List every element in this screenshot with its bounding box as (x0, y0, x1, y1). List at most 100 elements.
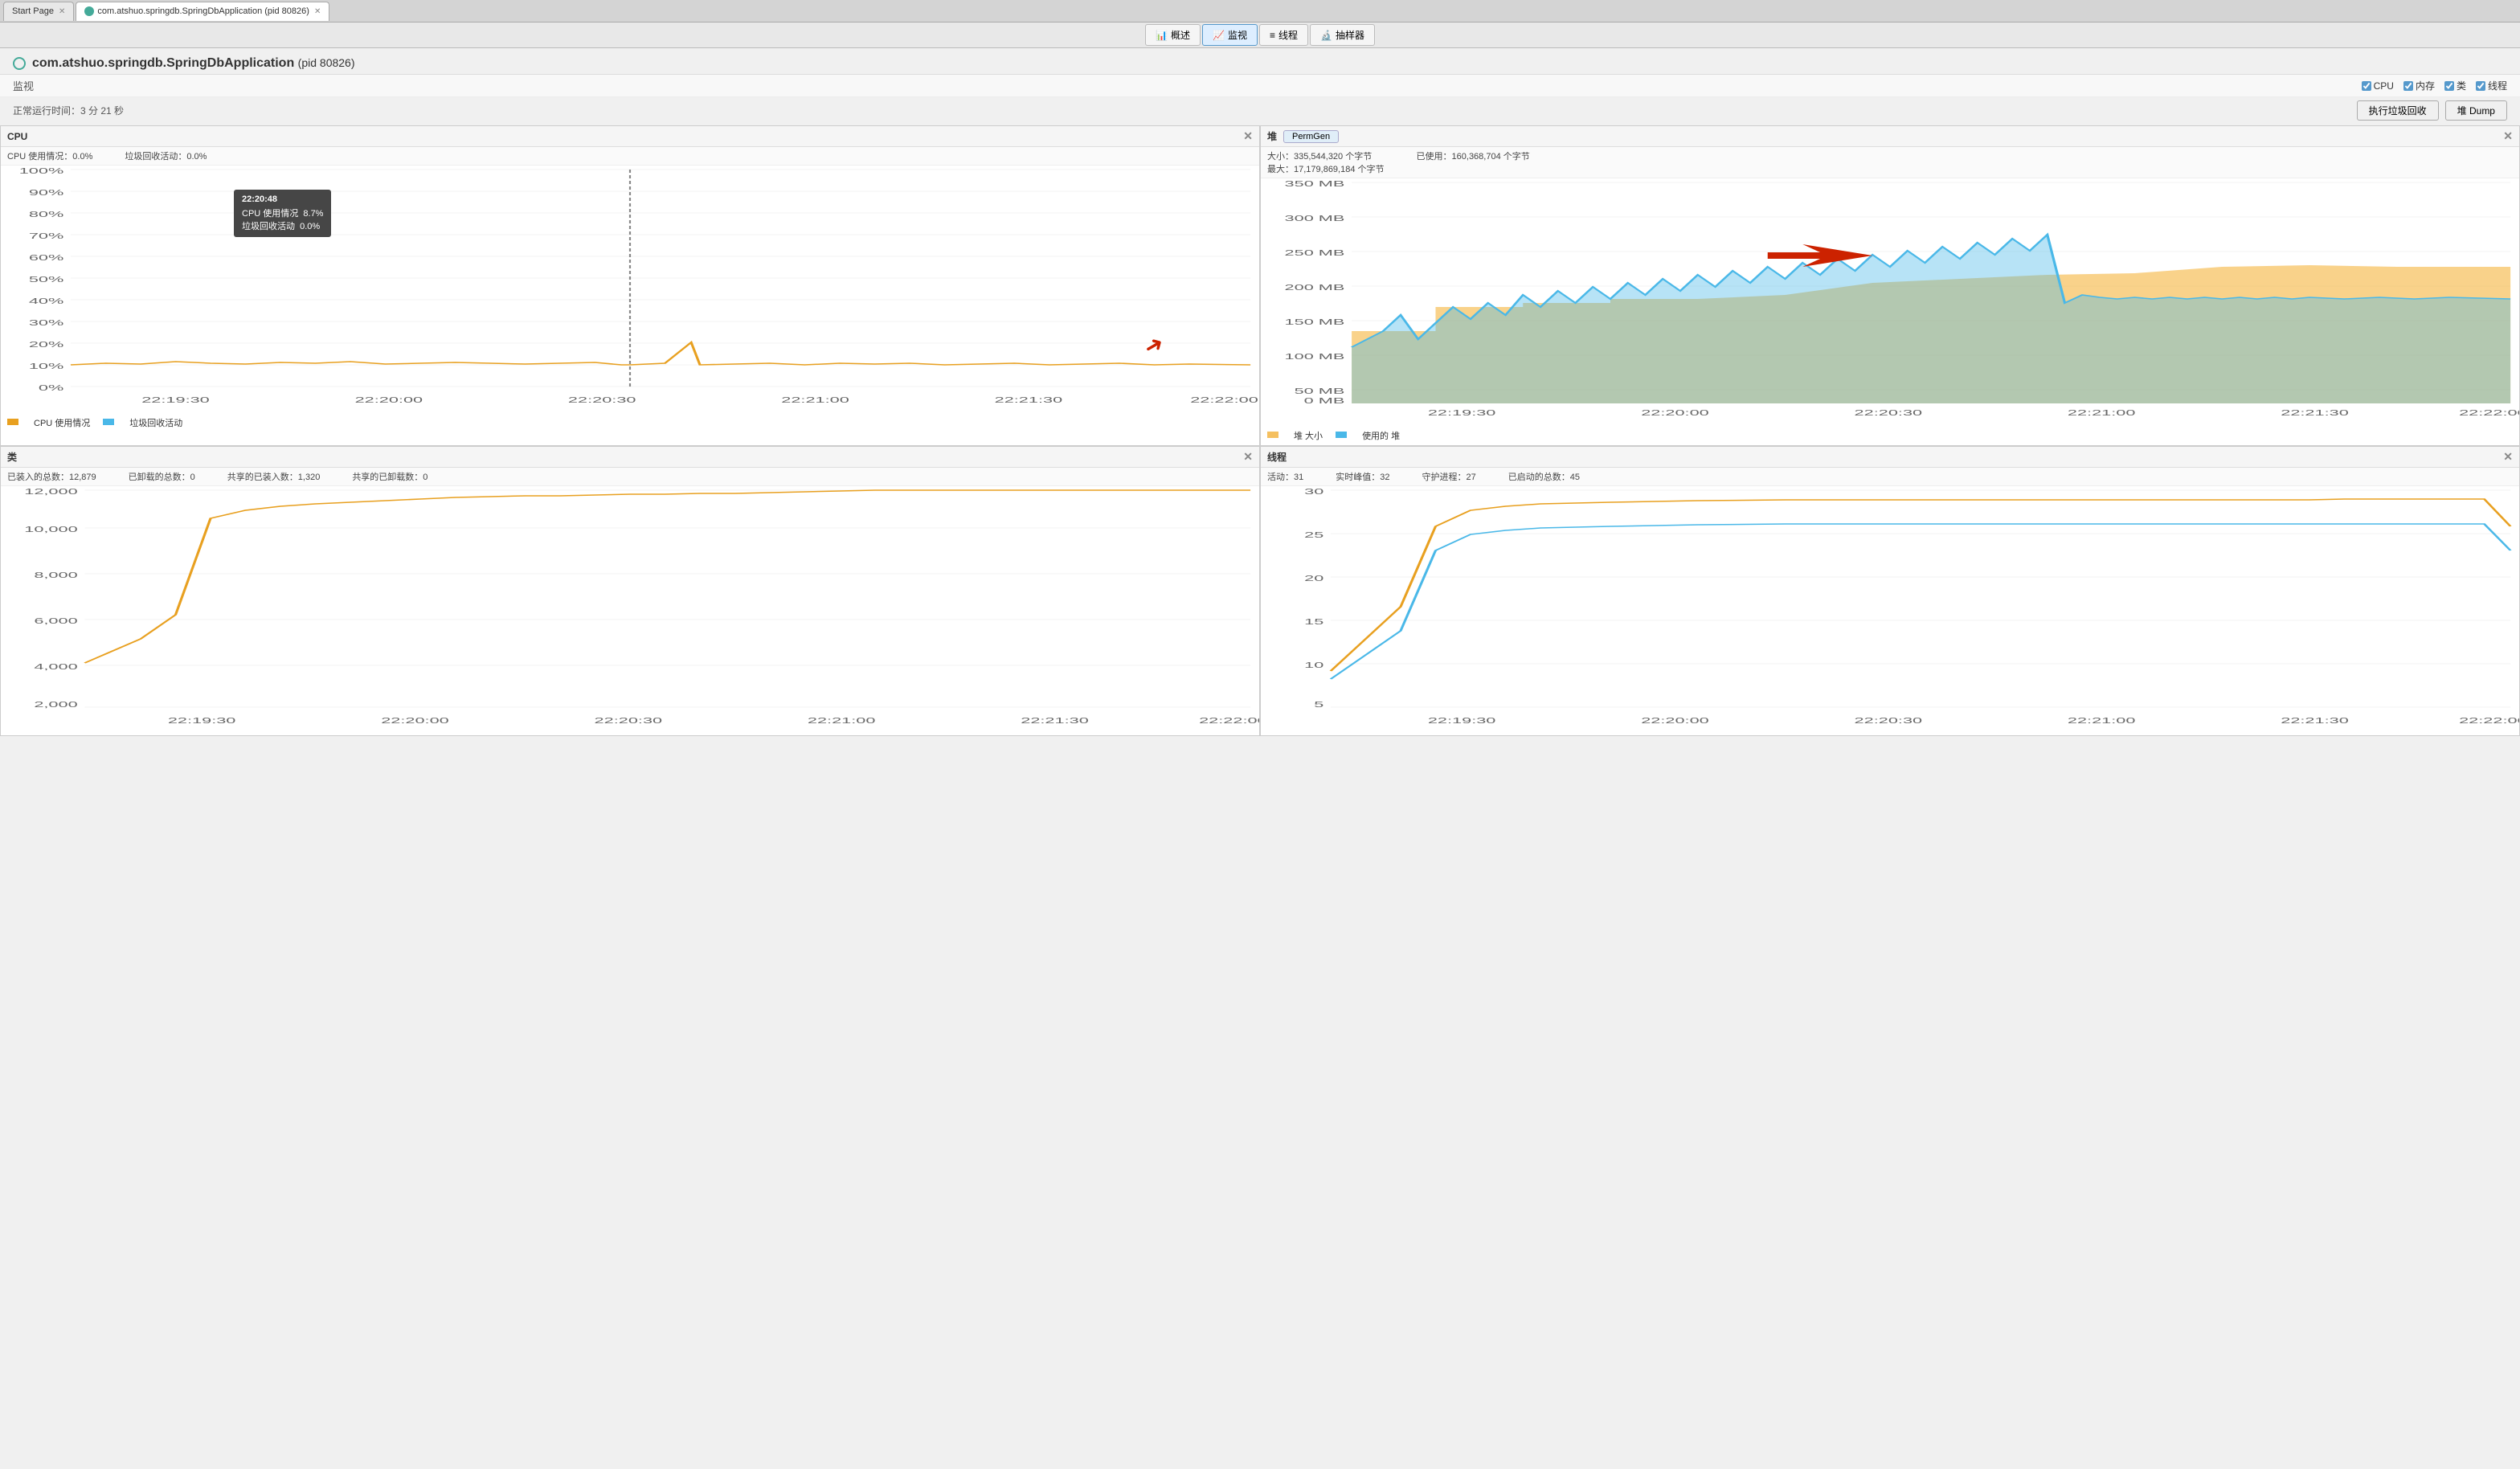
tab-app-close[interactable]: ✕ (314, 7, 321, 16)
thread-panel-title: 线程 (1267, 450, 1287, 464)
svg-text:250 MB: 250 MB (1285, 248, 1345, 257)
checkbox-thread-input[interactable] (2476, 81, 2485, 91)
svg-text:8,000: 8,000 (34, 571, 77, 579)
tab-app-label: com.atshuo.springdb.SpringDbApplication … (97, 6, 309, 16)
checkbox-class[interactable]: 类 (2444, 79, 2466, 92)
heap-panel: 堆 PermGen ✕ 大小：335,544,320 个字节 最大：17,179… (1260, 125, 2520, 446)
thread-label: 线程 (1278, 28, 1298, 42)
tab-app-icon (84, 6, 94, 16)
checkbox-thread-label: 线程 (2488, 79, 2507, 92)
svg-text:22:20:00: 22:20:00 (1641, 408, 1709, 417)
heap-stats: 大小：335,544,320 个字节 最大：17,179,869,184 个字节… (1261, 147, 2519, 178)
tab-app[interactable]: com.atshuo.springdb.SpringDbApplication … (76, 2, 329, 21)
thread-peak-stat: 实时峰值：32 (1336, 470, 1389, 483)
svg-text:22:19:30: 22:19:30 (141, 395, 210, 404)
checkbox-cpu-input[interactable] (2362, 81, 2371, 91)
gc-button[interactable]: 执行垃圾回收 (2357, 100, 2439, 121)
legend-heap-used-color (1336, 431, 1349, 440)
svg-text:22:21:00: 22:21:00 (2068, 408, 2136, 417)
svg-text:100%: 100% (19, 166, 64, 175)
class-stats: 已装入的总数：12,879 已卸载的总数：0 共享的已装入数：1,320 共享的… (1, 468, 1259, 486)
cpu-panel-close[interactable]: ✕ (1243, 129, 1253, 143)
action-buttons: 执行垃圾回收 堆 Dump (2357, 100, 2507, 121)
toolbar-thread-btn[interactable]: ≡ 线程 (1259, 24, 1308, 46)
thread-started-stat: 已启动的总数：45 (1508, 470, 1580, 483)
svg-text:70%: 70% (29, 231, 63, 240)
svg-text:5: 5 (1314, 700, 1323, 709)
svg-text:0 MB: 0 MB (1304, 396, 1345, 405)
class-panel: 类 ✕ 已装入的总数：12,879 已卸载的总数：0 共享的已装入数：1,320… (0, 446, 1260, 736)
svg-text:22:22:00: 22:22:00 (2459, 716, 2519, 725)
cpu-chart-svg: 100% 90% 80% 70% 60% 50% 40% 30% 20% 10%… (1, 166, 1259, 407)
cpu-panel-header: CPU ✕ (1, 126, 1259, 147)
overview-icon: 📊 (1156, 30, 1168, 41)
svg-text:22:21:30: 22:21:30 (995, 395, 1063, 404)
permgen-tab[interactable]: PermGen (1283, 130, 1339, 143)
svg-text:90%: 90% (29, 188, 63, 197)
heap-panel-close[interactable]: ✕ (2503, 129, 2513, 143)
toolbar-monitor-btn[interactable]: 📈 监视 (1202, 24, 1258, 46)
thread-chart-body: 30 25 20 15 10 5 22:19:30 22:20:00 22:20… (1261, 486, 2519, 735)
toolbar-overview-btn[interactable]: 📊 概述 (1145, 24, 1201, 46)
monitor-checkboxes: CPU 内存 类 线程 (2362, 79, 2507, 92)
tab-start[interactable]: Start Page ✕ (3, 2, 74, 21)
svg-text:22:20:30: 22:20:30 (595, 716, 663, 725)
svg-text:22:21:00: 22:21:00 (781, 395, 849, 404)
legend-heap-used-label: 使用的 堆 (1362, 429, 1400, 442)
svg-text:22:21:00: 22:21:00 (2068, 716, 2136, 725)
svg-text:300 MB: 300 MB (1285, 214, 1345, 223)
svg-text:22:19:30: 22:19:30 (1428, 408, 1496, 417)
svg-text:40%: 40% (29, 297, 63, 305)
checkbox-class-input[interactable] (2444, 81, 2454, 91)
thread-stats: 活动：31 实时峰值：32 守护进程：27 已启动的总数：45 (1261, 468, 2519, 486)
heap-size-stat: 大小：335,544,320 个字节 最大：17,179,869,184 个字节 (1267, 149, 1385, 175)
svg-text:20%: 20% (29, 340, 63, 349)
svg-text:22:20:30: 22:20:30 (1855, 716, 1923, 725)
checkbox-thread[interactable]: 线程 (2476, 79, 2507, 92)
checkbox-class-label: 类 (2457, 79, 2466, 92)
tab-start-label: Start Page (12, 6, 54, 16)
class-panel-header: 类 ✕ (1, 447, 1259, 468)
svg-text:22:22:00: 22:22:00 (2459, 408, 2519, 417)
svg-text:22:22:00: 22:22:00 (1190, 395, 1258, 404)
app-title-text: com.atshuo.springdb.SpringDbApplication (32, 56, 294, 70)
legend-cpu-color (7, 418, 21, 428)
checkbox-cpu[interactable]: CPU (2362, 80, 2394, 92)
svg-text:22:20:00: 22:20:00 (381, 716, 449, 725)
checkbox-memory-label: 内存 (2416, 79, 2435, 92)
checkbox-cpu-label: CPU (2374, 80, 2394, 92)
cpu-panel-title: CPU (7, 131, 27, 142)
class-panel-title: 类 (7, 450, 17, 464)
svg-text:30%: 30% (29, 318, 63, 327)
svg-text:22:21:30: 22:21:30 (2281, 716, 2349, 725)
checkbox-memory-input[interactable] (2403, 81, 2413, 91)
thread-active-stat: 活动：31 (1267, 470, 1303, 483)
thread-panel-close[interactable]: ✕ (2503, 450, 2513, 464)
heap-chart-body: 350 MB 300 MB 250 MB 200 MB 150 MB 100 M… (1261, 178, 2519, 428)
svg-text:22:20:30: 22:20:30 (1855, 408, 1923, 417)
toolbar-sampler-btn[interactable]: 🔬 抽样器 (1310, 24, 1375, 46)
thread-chart-svg: 30 25 20 15 10 5 22:19:30 22:20:00 22:20… (1261, 486, 2519, 727)
monitor-bar: 监视 CPU 内存 类 线程 (0, 75, 2520, 97)
heap-panel-title: 堆 (1267, 129, 1277, 143)
svg-text:22:20:30: 22:20:30 (568, 395, 636, 404)
dump-button[interactable]: 堆 Dump (2445, 100, 2507, 121)
class-panel-close[interactable]: ✕ (1243, 450, 1253, 464)
monitor-icon: 📈 (1213, 30, 1225, 41)
app-spinning-icon (13, 57, 26, 70)
svg-text:2,000: 2,000 (34, 700, 77, 709)
heap-used-stat: 已使用：160,368,704 个字节 (1417, 149, 1530, 175)
tab-start-close[interactable]: ✕ (59, 7, 65, 16)
toolbar: 📊 概述 📈 监视 ≡ 线程 🔬 抽样器 (0, 23, 2520, 48)
class-chart-body: 12,000 10,000 8,000 6,000 4,000 2,000 22… (1, 486, 1259, 735)
monitor-section-title: 监视 (13, 78, 34, 93)
uptime-text: 正常运行时间：3 分 21 秒 (13, 104, 124, 117)
class-chart-svg: 12,000 10,000 8,000 6,000 4,000 2,000 22… (1, 486, 1259, 727)
svg-text:22:19:30: 22:19:30 (1428, 716, 1496, 725)
thread-daemon-stat: 守护进程：27 (1422, 470, 1476, 483)
svg-text:22:20:00: 22:20:00 (355, 395, 423, 404)
legend-heap-size-color (1267, 431, 1281, 440)
checkbox-memory[interactable]: 内存 (2403, 79, 2435, 92)
cpu-chart-body: 100% 90% 80% 70% 60% 50% 40% 30% 20% 10%… (1, 166, 1259, 415)
charts-grid: CPU ✕ CPU 使用情况：0.0% 垃圾回收活动：0.0% 100% 90%… (0, 125, 2520, 736)
